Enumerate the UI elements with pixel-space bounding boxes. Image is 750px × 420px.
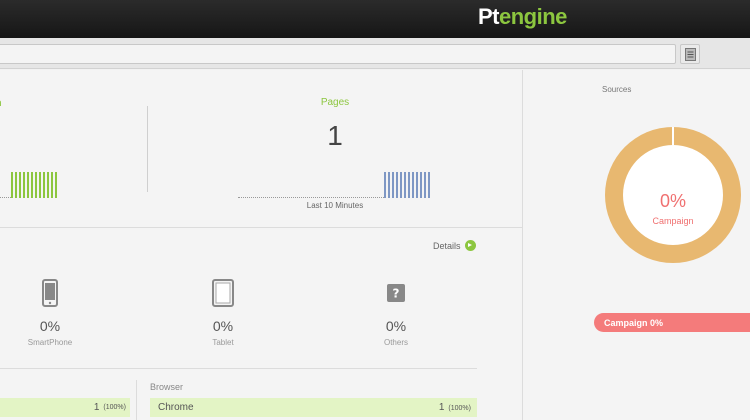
svg-text:?: ?: [393, 287, 400, 301]
pages-title: Pages: [320, 97, 350, 108]
stat-row: 1 (100%): [0, 398, 130, 417]
url-bar[interactable]: [0, 44, 676, 64]
section-divider: [0, 368, 477, 369]
stat-percent: (100%): [103, 404, 126, 411]
top-bar: Ptengine: [0, 0, 750, 38]
logo-pt: Pt: [478, 4, 500, 29]
details-label: Details: [433, 240, 461, 251]
donut-label: Campaign: [652, 216, 694, 226]
logo-engine: engine: [499, 4, 567, 29]
donut-marker: [672, 127, 674, 145]
smartphone-icon: [42, 279, 58, 307]
sources-donut-chart: 0% Campaign: [605, 127, 741, 263]
toolbar: [0, 38, 750, 69]
others-percent: 0%: [385, 318, 407, 334]
browser-percent: (100%): [448, 405, 471, 412]
visits-baseline: [0, 197, 11, 198]
campaign-legend[interactable]: Campaign 0%: [594, 313, 750, 332]
divider: [136, 380, 137, 420]
divider: [147, 106, 148, 192]
visits-title-fragment: n: [0, 98, 2, 109]
smartphone-label: SmartPhone: [27, 338, 73, 347]
browser-row: Chrome 1 (100%): [150, 398, 477, 417]
donut-percent: 0%: [659, 191, 686, 211]
sources-panel: Sources 0% Campaign Campaign 0%: [522, 70, 750, 420]
smartphone-percent: 0%: [39, 318, 61, 334]
campaign-legend-label: Campaign 0%: [604, 317, 664, 328]
browser-value: 1: [438, 402, 445, 413]
tablet-percent: 0%: [212, 318, 234, 334]
device-smartphone: 0% SmartPhone: [10, 278, 90, 347]
device-tablet: 0% Tablet: [183, 278, 263, 347]
report-button[interactable]: [680, 44, 700, 64]
question-icon: ?: [387, 284, 405, 302]
ptengine-logo[interactable]: Ptengine: [478, 4, 567, 30]
pages-value: 1: [327, 120, 343, 151]
section-divider: [0, 227, 522, 228]
sources-title: Sources: [602, 85, 632, 94]
bars-caption: Last 10 Minutes: [306, 201, 364, 210]
document-icon: [685, 48, 696, 61]
donut-center: 0% Campaign: [623, 145, 723, 245]
tablet-label: Tablet: [212, 338, 234, 347]
tablet-icon: [212, 279, 234, 307]
device-others: ? 0% Others: [356, 278, 436, 347]
overview-panel: n Pages 1 Last 10 Minutes Details 0% Sma…: [0, 70, 522, 420]
pages-bar-chart: [384, 172, 430, 198]
browser-title: Browser: [150, 382, 184, 392]
stat-value: 1: [93, 402, 100, 413]
others-label: Others: [383, 338, 408, 347]
details-link[interactable]: Details: [433, 240, 476, 251]
arrow-right-icon: [464, 240, 476, 251]
pages-baseline: [238, 197, 384, 198]
visits-bar-chart: [11, 172, 57, 198]
browser-name: Chrome: [158, 402, 194, 413]
